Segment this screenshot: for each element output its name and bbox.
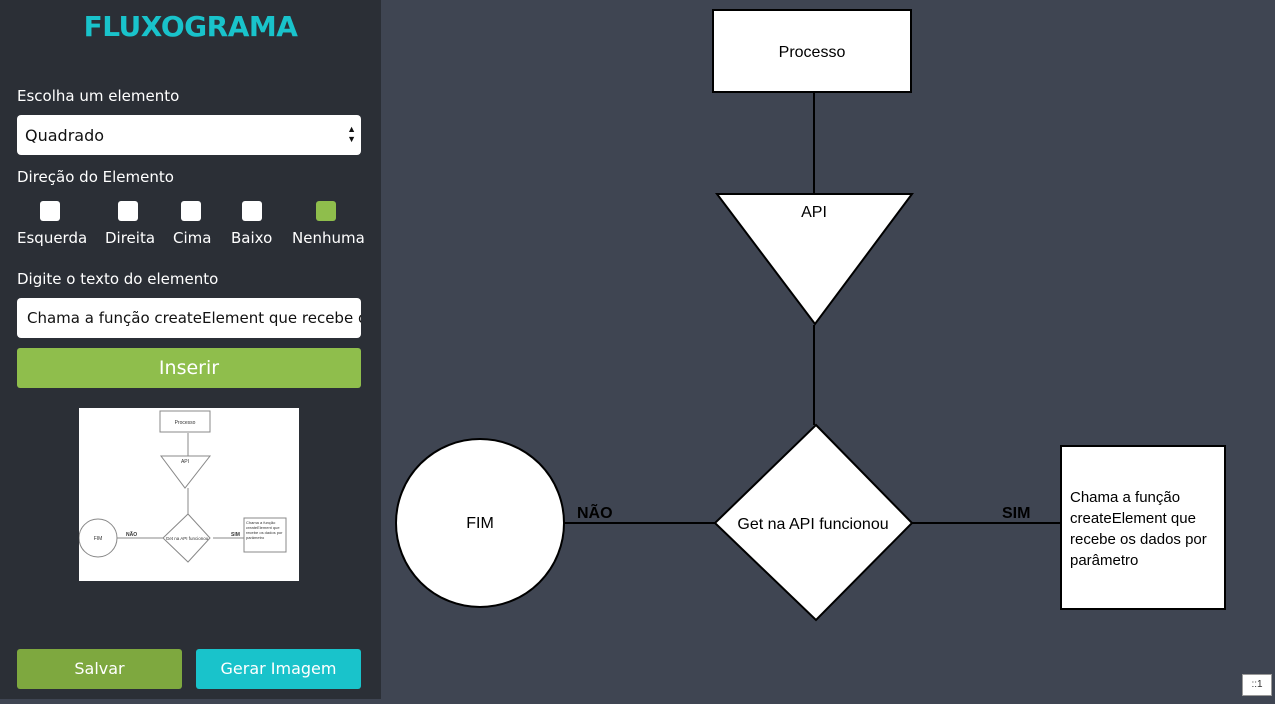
direction-label: Direção do Elemento [17, 168, 174, 186]
element-type-value: Quadrado [25, 126, 105, 145]
preview-no-label: NÃO [126, 531, 137, 538]
save-button[interactable]: Salvar [17, 649, 182, 689]
direction-option-label: Direita [105, 229, 156, 247]
direction-checkbox-esquerda[interactable] [40, 201, 60, 221]
preview-api-text: API [181, 459, 189, 465]
decision-text: Get na API funcionou [737, 516, 888, 533]
direction-option-nenhuma[interactable]: Nenhuma [292, 201, 365, 251]
end-text: FIM [466, 515, 494, 532]
direction-option-label: Cima [173, 229, 212, 247]
action-text-line: createElement que [1070, 510, 1196, 527]
direction-checkbox-baixo[interactable] [242, 201, 262, 221]
element-text-input[interactable]: Chama a função createElement que recebe … [17, 298, 361, 338]
preview-yes-label: SIM [231, 532, 240, 538]
direction-checkbox-nenhuma[interactable] [316, 201, 336, 221]
action-text-line: recebe os dados por [1070, 531, 1207, 548]
preview-diagram: Processo API Get na API funcionou FIM NÃ… [78, 410, 287, 563]
direction-option-direita[interactable]: Direita [105, 201, 155, 251]
no-label: NÃO [577, 502, 613, 522]
yes-label: SIM [1002, 505, 1030, 522]
process-text: Processo [779, 44, 846, 61]
direction-option-label: Esquerda [17, 229, 88, 247]
app-title: FLUXOGRAMA [83, 10, 298, 43]
preview-end-text: FIM [94, 536, 103, 542]
direction-option-esquerda[interactable]: Esquerda [17, 201, 87, 251]
insert-button[interactable]: Inserir [17, 348, 361, 388]
action-text-line: parâmetro [1070, 552, 1138, 569]
direction-option-cima[interactable]: Cima [173, 201, 213, 251]
action-box[interactable] [1060, 445, 1226, 610]
direction-checkbox-cima[interactable] [181, 201, 201, 221]
preview-process-text: Processo [175, 420, 196, 426]
direction-option-baixo[interactable]: Baixo [231, 201, 273, 251]
preview-action-text: Chama a função createElement que recebe … [246, 520, 283, 540]
zoom-badge[interactable]: ::1 [1242, 674, 1272, 696]
element-type-label: Escolha um elemento [17, 87, 180, 105]
generate-image-button[interactable]: Gerar Imagem [196, 649, 361, 689]
preview-action-text-wrap: Chama a função createElement que recebe … [246, 520, 283, 540]
preview-decision-text: Get na API funcionou [166, 536, 209, 541]
flowchart-preview: Processo API Get na API funcionou FIM NÃ… [78, 408, 299, 581]
flowchart-diagram: Processo API Get na API funcionou FIM NÃ… [395, 9, 1226, 622]
api-text: API [801, 204, 827, 221]
direction-option-label: Nenhuma [292, 229, 365, 247]
element-text-value: Chama a função createElement que recebe … [27, 309, 361, 327]
element-text-label: Digite o texto do elemento [17, 270, 219, 288]
flowchart-canvas[interactable]: Processo API Get na API funcionou FIM NÃ… [381, 0, 1275, 699]
element-type-select[interactable]: Quadrado ▲ ▼ [17, 115, 361, 155]
sidebar: FLUXOGRAMA Escolha um elemento Quadrado … [0, 0, 381, 699]
direction-checkbox-direita[interactable] [118, 201, 138, 221]
direction-option-label: Baixo [231, 229, 273, 247]
action-text-line: Chama a função [1070, 489, 1180, 506]
select-arrows-icon: ▲ ▼ [347, 124, 356, 144]
